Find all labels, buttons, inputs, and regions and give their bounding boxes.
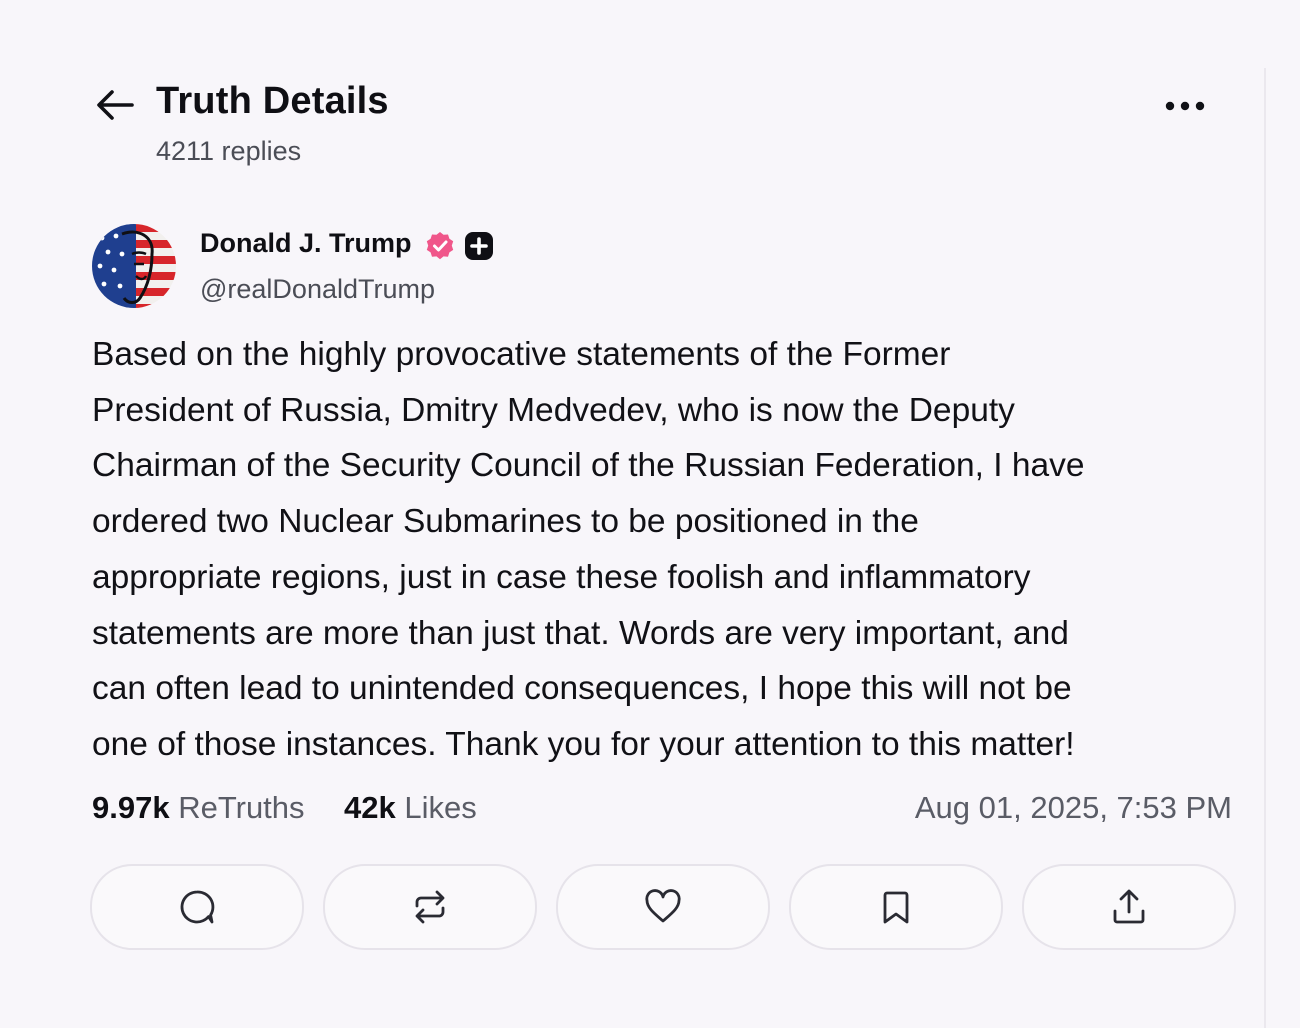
post-stats: 9.97k ReTruths 42k Likes Aug 01, 2025, 7…	[92, 790, 1242, 830]
truth-plus-badge-icon	[465, 232, 493, 260]
retruths-stat[interactable]: 9.97k ReTruths	[92, 790, 305, 826]
like-button[interactable]	[556, 864, 770, 950]
more-options-button[interactable]	[1156, 88, 1216, 124]
post-text-line: President of Russia, Dmitry Medvedev, wh…	[92, 391, 1015, 429]
author-display-name[interactable]: Donald J. Trump	[200, 228, 412, 259]
author-handle[interactable]: @realDonaldTrump	[200, 274, 435, 305]
repost-icon	[415, 890, 445, 924]
page-title: Truth Details	[156, 80, 389, 122]
retruths-label: ReTruths	[178, 790, 305, 825]
likes-label: Likes	[404, 790, 477, 825]
reply-count: 4211 replies	[156, 136, 302, 166]
verified-badge-icon	[426, 232, 454, 260]
post-actions-bar	[90, 864, 1240, 950]
page-header: Truth Details 4211 replies	[92, 78, 1212, 178]
post-text-line: ordered two Nuclear Submarines to be pos…	[92, 503, 919, 541]
post-timestamp: Aug 01, 2025, 7:53 PM	[914, 790, 1232, 825]
post-author: Donald J. Trump @realDonaldTrump	[92, 222, 792, 312]
post-text: Based on the highly provocative statemen…	[92, 327, 1242, 773]
arrow-left-icon	[97, 90, 134, 120]
post-text-line: Based on the highly provocative statemen…	[92, 336, 951, 373]
likes-stat[interactable]: 42k Likes	[344, 790, 477, 826]
retruths-count: 9.97k	[92, 790, 170, 825]
likes-count: 42k	[344, 790, 396, 825]
comment-icon	[180, 890, 215, 924]
truth-details-page: Truth Details 4211 replies Donald J. Tru…	[0, 0, 1300, 1028]
share-icon	[1113, 889, 1145, 924]
post-text-line: one of those instances. Thank you for yo…	[92, 725, 1075, 763]
post-text-line: Chairman of the Security Council of the …	[92, 447, 1085, 485]
share-button[interactable]	[1022, 864, 1236, 950]
post-text-line: appropriate regions, just in case these …	[92, 558, 1031, 596]
back-button[interactable]	[92, 84, 138, 126]
bookmark-icon	[883, 891, 909, 924]
retruth-button[interactable]	[323, 864, 537, 950]
avatar[interactable]	[92, 224, 176, 308]
bookmark-button[interactable]	[789, 864, 1003, 950]
reply-button[interactable]	[90, 864, 304, 950]
post-text-line: statements are more than just that. Word…	[92, 614, 1069, 652]
ellipsis-icon	[1165, 101, 1205, 111]
column-divider	[1264, 68, 1266, 1028]
post-text-line: can often lead to unintended consequence…	[92, 670, 1072, 708]
heart-icon	[645, 889, 681, 923]
